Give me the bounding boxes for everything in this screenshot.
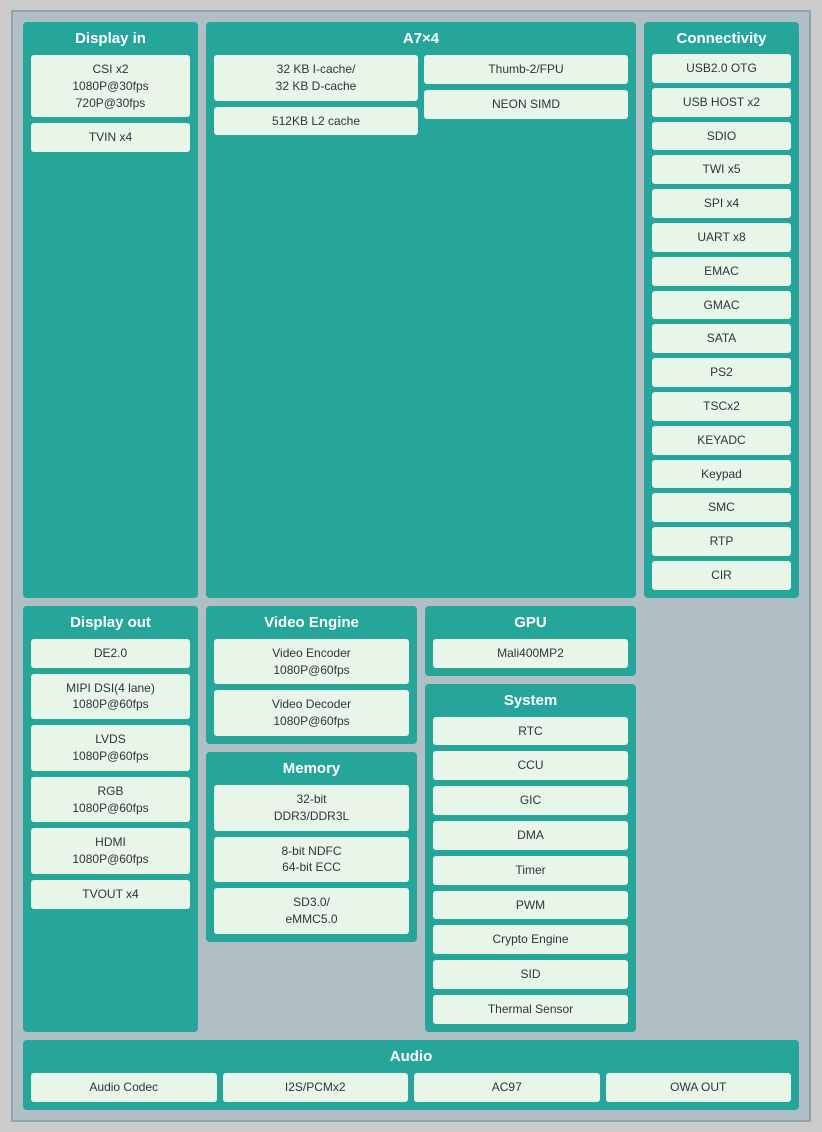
conn-item-10: TSCx2 [652,392,791,421]
conn-item-9: PS2 [652,358,791,387]
audio-item-3: OWA OUT [606,1073,792,1102]
memory-item-2: SD3.0/eMMC5.0 [214,888,409,934]
video-item-0: Video Encoder1080P@60fps [214,639,409,685]
system-item-3: DMA [433,821,628,850]
system-item-5: PWM [433,891,628,920]
system-item-6: Crypto Engine [433,925,628,954]
gpu-title: GPU [433,614,628,631]
audio-item-1: I2S/PCMx2 [223,1073,409,1102]
connectivity-spacer [644,606,799,1032]
video-engine-block: Video Engine Video Encoder1080P@60fps Vi… [206,606,417,744]
video-item-1: Video Decoder1080P@60fps [214,690,409,736]
system-item-1: CCU [433,751,628,780]
audio-title: Audio [31,1048,791,1065]
conn-item-6: EMAC [652,257,791,286]
system-item-2: GIC [433,786,628,815]
conn-item-2: SDIO [652,122,791,151]
conn-item-12: Keypad [652,460,791,489]
display-out-item-4: HDMI1080P@60fps [31,828,190,874]
display-in-title: Display in [31,30,190,47]
conn-item-8: SATA [652,324,791,353]
system-title: System [433,692,628,709]
display-out-item-0: DE2.0 [31,639,190,668]
mid-center-column: Video Engine Video Encoder1080P@60fps Vi… [206,606,417,1032]
connectivity-block: Connectivity USB2.0 OTG USB HOST x2 SDIO… [644,22,799,598]
audio-block: Audio Audio Codec I2S/PCMx2 AC97 OWA OUT [23,1040,799,1110]
display-in-block: Display in CSI x21080P@30fps720P@30fps T… [23,22,198,598]
display-out-title: Display out [31,614,190,631]
system-item-8: Thermal Sensor [433,995,628,1024]
display-out-block: Display out DE2.0 MIPI DSI(4 lane)1080P@… [23,606,198,1032]
a7-item-1: 512KB L2 cache [214,107,418,136]
a7-item-0: 32 KB I-cache/32 KB D-cache [214,55,418,101]
video-engine-title: Video Engine [214,614,409,631]
memory-item-0: 32-bitDDR3/DDR3L [214,785,409,831]
conn-item-4: SPI x4 [652,189,791,218]
display-out-item-2: LVDS1080P@60fps [31,725,190,771]
connectivity-column: Connectivity USB2.0 OTG USB HOST x2 SDIO… [644,22,799,598]
display-in-item-1: TVIN x4 [31,123,190,152]
a7-block: A7×4 32 KB I-cache/32 KB D-cache 512KB L… [206,22,636,598]
audio-items: Audio Codec I2S/PCMx2 AC97 OWA OUT [31,1073,791,1102]
conn-item-0: USB2.0 OTG [652,54,791,83]
a7-item-2: Thumb-2/FPU [424,55,628,84]
display-out-item-3: RGB1080P@60fps [31,777,190,823]
memory-block: Memory 32-bitDDR3/DDR3L 8-bit NDFC64-bit… [206,752,417,942]
display-out-item-5: TVOUT x4 [31,880,190,909]
system-item-4: Timer [433,856,628,885]
conn-item-7: GMAC [652,291,791,320]
system-item-7: SID [433,960,628,989]
main-diagram: Display in CSI x21080P@30fps720P@30fps T… [11,10,811,1122]
memory-title: Memory [214,760,409,777]
system-block: System RTC CCU GIC DMA Timer PWM Crypto … [425,684,636,1032]
conn-item-1: USB HOST x2 [652,88,791,117]
display-out-item-1: MIPI DSI(4 lane)1080P@60fps [31,674,190,720]
system-item-0: RTC [433,717,628,746]
a7-title: A7×4 [214,30,628,47]
gpu-block: GPU Mali400MP2 [425,606,636,676]
conn-item-5: UART x8 [652,223,791,252]
conn-item-14: RTP [652,527,791,556]
display-in-item-0: CSI x21080P@30fps720P@30fps [31,55,190,117]
conn-item-13: SMC [652,493,791,522]
gpu-item-0: Mali400MP2 [433,639,628,668]
a7-item-3: NEON SIMD [424,90,628,119]
conn-item-11: KEYADC [652,426,791,455]
memory-item-1: 8-bit NDFC64-bit ECC [214,837,409,883]
audio-item-0: Audio Codec [31,1073,217,1102]
conn-item-15: CIR [652,561,791,590]
gpu-system-column: GPU Mali400MP2 System RTC CCU GIC DMA Ti… [425,606,636,1032]
conn-item-3: TWI x5 [652,155,791,184]
connectivity-title: Connectivity [652,30,791,47]
audio-item-2: AC97 [414,1073,600,1102]
